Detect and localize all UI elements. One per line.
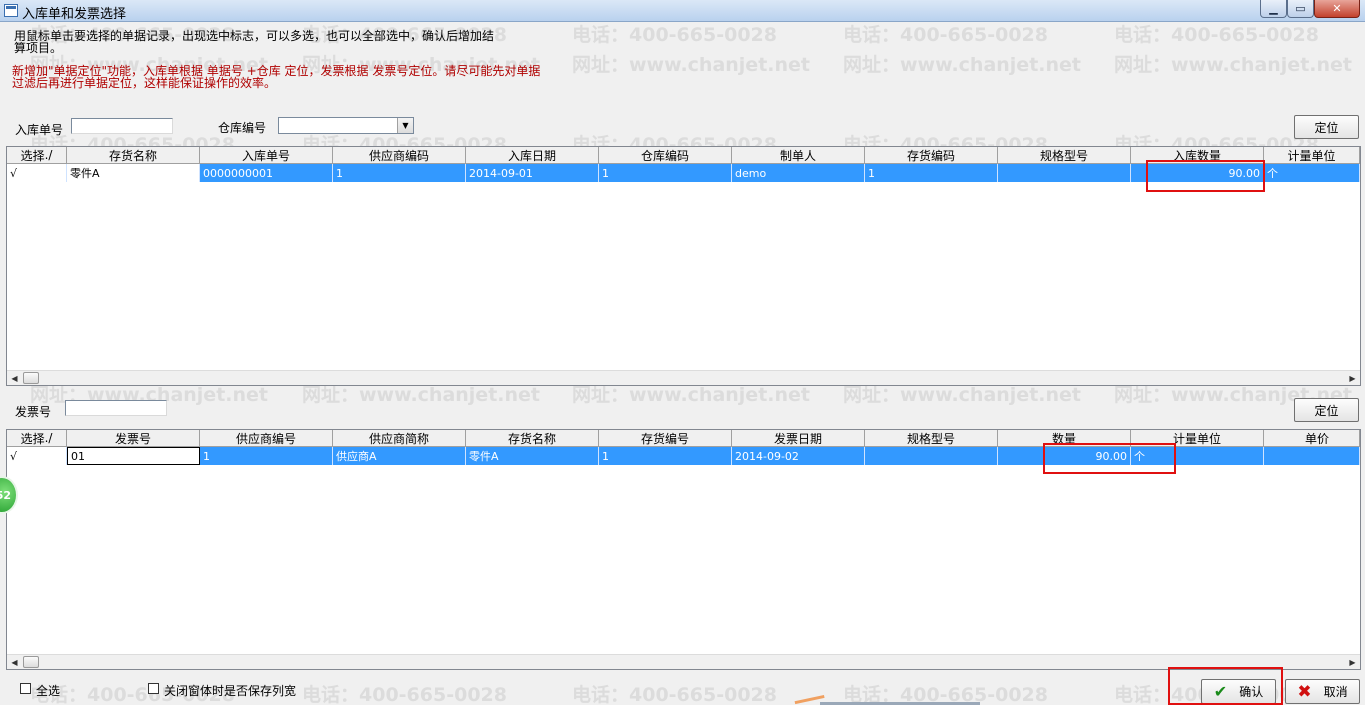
cell-unit[interactable]: 个	[1264, 164, 1360, 182]
scroll-right-icon[interactable]: ▶	[1345, 371, 1360, 385]
receipt-no-input[interactable]	[71, 118, 173, 134]
check-icon: ./	[44, 148, 53, 162]
scroll-left-icon[interactable]: ◀	[7, 655, 22, 669]
col-receipt-date[interactable]: 入库日期	[466, 147, 599, 164]
select-all-label: 全选	[36, 684, 61, 698]
receipt-no-label: 入库单号	[15, 123, 64, 137]
receipt-grid-scrollbar[interactable]: ◀ ▶	[7, 370, 1360, 385]
cell-supplier-short[interactable]: 供应商A	[333, 447, 466, 465]
col-invoice-date[interactable]: 发票日期	[732, 430, 865, 447]
col-warehouse-code[interactable]: 仓库编码	[599, 147, 732, 164]
cell-creator[interactable]: demo	[732, 164, 865, 182]
watermark-phone: 电话：400-665-0028	[1114, 24, 1319, 46]
col-select[interactable]: 选择 ./	[7, 430, 67, 447]
minimize-button[interactable]: ▁	[1260, 0, 1287, 18]
warehouse-select[interactable]: ▼	[278, 117, 414, 134]
cell-receipt-no[interactable]: 0000000001	[200, 164, 333, 182]
close-button[interactable]: ✕	[1314, 0, 1360, 18]
notice-text: 新增加"单据定位"功能，入库单根据 单据号 +仓库 定位，发票根据 发票号定位。…	[12, 64, 541, 90]
col-select[interactable]: 选择 ./	[7, 147, 67, 164]
col-spec[interactable]: 规格型号	[865, 430, 998, 447]
select-all-checkbox[interactable]	[20, 683, 31, 694]
col-item-name[interactable]: 存货名称	[466, 430, 599, 447]
checkmark-icon: ✔	[1213, 682, 1228, 701]
cell-receipt-date[interactable]: 2014-09-01	[466, 164, 599, 182]
table-row[interactable]: √ 零件A 0000000001 1 2014-09-01 1 demo 1 9…	[7, 164, 1360, 182]
cell-invoice-no[interactable]: 01	[67, 447, 200, 465]
col-quantity[interactable]: 入库数量	[1131, 147, 1264, 164]
col-spec[interactable]: 规格型号	[998, 147, 1131, 164]
col-quantity[interactable]: 数量	[998, 430, 1131, 447]
col-receipt-no[interactable]: 入库单号	[200, 147, 333, 164]
cell-quantity[interactable]: 90.00	[998, 447, 1131, 465]
receipt-grid[interactable]: 选择 ./ 存货名称 入库单号 供应商编码 入库日期 仓库编码 制单人 存货编码 …	[6, 146, 1361, 386]
cell-spec[interactable]	[998, 164, 1131, 182]
watermark-site: 网址：www.chanjet.net	[572, 54, 810, 76]
cell-warehouse-code[interactable]: 1	[599, 164, 732, 182]
col-item-code[interactable]: 存货编码	[865, 147, 998, 164]
title-bar: 入库单和发票选择 ▁ ▭ ✕	[0, 0, 1365, 22]
col-invoice-no[interactable]: 发票号	[67, 430, 200, 447]
scroll-right-icon[interactable]: ▶	[1345, 655, 1360, 669]
col-select-label: 选择	[20, 431, 45, 446]
watermark-site: 网址：www.chanjet.net	[1114, 54, 1352, 76]
row-select-mark[interactable]: √	[7, 164, 67, 182]
col-supplier-code[interactable]: 供应商编码	[333, 147, 466, 164]
cell-spec[interactable]	[865, 447, 998, 465]
cell-item-code[interactable]: 1	[865, 164, 998, 182]
table-row[interactable]: √ 01 1 供应商A 零件A 1 2014-09-02 90.00 个	[7, 447, 1360, 465]
col-creator[interactable]: 制单人	[732, 147, 865, 164]
watermark-phone: 电话：400-665-0028	[572, 24, 777, 46]
invoice-grid-scrollbar[interactable]: ◀ ▶	[7, 654, 1360, 669]
cancel-button[interactable]: ✖ 取消	[1285, 679, 1360, 704]
instructions-text: 用鼠标单击要选择的单据记录，出现选中标志，可以多选，也可以全部选中，确认后增加结…	[14, 29, 495, 55]
window-title: 入库单和发票选择	[22, 7, 127, 22]
row-select-mark[interactable]: √	[7, 447, 67, 465]
chevron-down-icon[interactable]: ▼	[397, 118, 413, 133]
cell-quantity[interactable]: 90.00	[1131, 164, 1264, 182]
invoice-grid[interactable]: 选择 ./ 发票号 供应商编号 供应商简称 存货名称 存货编号 发票日期 规格型号…	[6, 429, 1361, 670]
receipt-locate-button[interactable]: 定位	[1294, 115, 1359, 139]
cell-invoice-date[interactable]: 2014-09-02	[732, 447, 865, 465]
check-icon: ./	[44, 431, 53, 445]
cell-item-name[interactable]: 零件A	[466, 447, 599, 465]
col-price[interactable]: 单价	[1264, 430, 1360, 447]
receipt-grid-header: 选择 ./ 存货名称 入库单号 供应商编码 入库日期 仓库编码 制单人 存货编码 …	[7, 147, 1360, 164]
invoice-locate-button[interactable]: 定位	[1294, 398, 1359, 422]
scroll-thumb[interactable]	[23, 656, 39, 668]
confirm-label: 确认	[1239, 685, 1264, 699]
save-width-checkbox[interactable]	[148, 683, 159, 694]
warehouse-label: 仓库编号	[218, 121, 267, 135]
col-item-no[interactable]: 存货编号	[599, 430, 732, 447]
invoice-no-label: 发票号	[15, 405, 52, 419]
cell-price[interactable]	[1264, 447, 1360, 465]
maximize-button[interactable]: ▭	[1287, 0, 1314, 18]
col-unit[interactable]: 计量单位	[1131, 430, 1264, 447]
cancel-label: 取消	[1323, 685, 1348, 699]
cell-supplier-no[interactable]: 1	[200, 447, 333, 465]
confirm-button[interactable]: ✔ 确认	[1201, 679, 1276, 704]
scroll-left-icon[interactable]: ◀	[7, 371, 22, 385]
watermark-site: 网址：www.chanjet.net	[843, 54, 1081, 76]
col-select-label: 选择	[20, 148, 45, 163]
scroll-thumb[interactable]	[23, 372, 39, 384]
watermark-phone: 电话：400-665-0028	[843, 24, 1048, 46]
watermark-phone: 电话：400-665-0028	[302, 684, 507, 705]
col-unit[interactable]: 计量单位	[1264, 147, 1360, 164]
save-width-label: 关闭窗体时是否保存列宽	[164, 684, 297, 698]
cell-item-no[interactable]: 1	[599, 447, 732, 465]
app-icon	[4, 4, 18, 17]
invoice-no-input[interactable]	[65, 400, 167, 416]
cell-item-name[interactable]: 零件A	[67, 164, 200, 182]
invoice-grid-header: 选择 ./ 发票号 供应商编号 供应商简称 存货名称 存货编号 发票日期 规格型号…	[7, 430, 1360, 447]
col-item-name[interactable]: 存货名称	[67, 147, 200, 164]
close-icon: ✖	[1297, 681, 1312, 702]
cell-unit[interactable]: 个	[1131, 447, 1264, 465]
col-supplier-no[interactable]: 供应商编号	[200, 430, 333, 447]
watermark-phone: 电话：400-665-0028	[572, 684, 777, 705]
cell-supplier-code[interactable]: 1	[333, 164, 466, 182]
col-supplier-short[interactable]: 供应商简称	[333, 430, 466, 447]
